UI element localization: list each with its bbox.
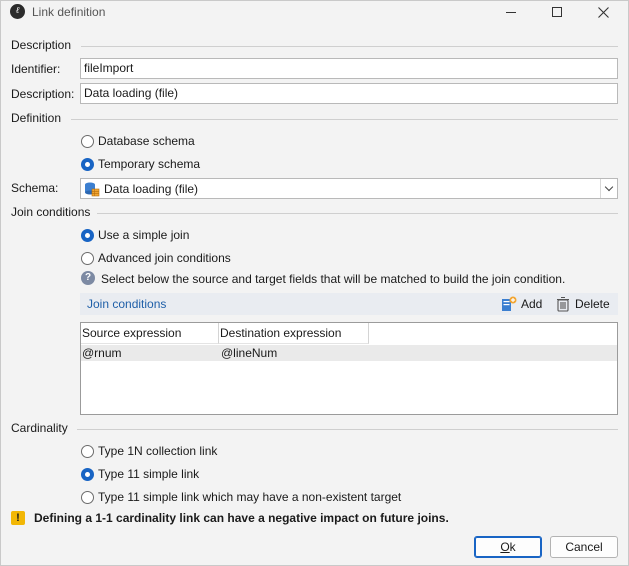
- radio-label: Type 11 simple link which may have a non…: [98, 490, 402, 504]
- help-icon: ?: [81, 271, 95, 285]
- add-icon: [502, 296, 517, 311]
- section-divider: [81, 46, 618, 47]
- radio-label: Type 11 simple link: [98, 467, 200, 481]
- radio-button[interactable]: [81, 467, 94, 481]
- description-input[interactable]: Data loading (file): [80, 83, 618, 104]
- table-cell: @lineNum: [221, 346, 278, 360]
- radio-label: Advanced join conditions: [98, 251, 231, 265]
- radio-temporary-schema[interactable]: Temporary schema: [81, 156, 200, 172]
- close-icon: [597, 6, 609, 18]
- minimize-button[interactable]: [488, 1, 534, 23]
- radio-label: Use a simple join: [98, 228, 190, 242]
- warning-text: Defining a 1-1 cardinality link can have…: [34, 511, 449, 525]
- radio-type-11-nonexistent[interactable]: Type 11 simple link which may have a non…: [81, 489, 401, 505]
- warning-icon: !: [11, 511, 25, 525]
- radio-button[interactable]: [81, 134, 94, 148]
- maximize-icon: [552, 7, 562, 17]
- schema-table-icon: [85, 182, 100, 197]
- ok-mnemonic: O: [500, 540, 510, 554]
- radio-label: Temporary schema: [98, 157, 201, 171]
- schema-select-value: Data loading (file): [104, 182, 199, 196]
- radio-button[interactable]: [81, 251, 94, 265]
- description-label: Description:: [11, 87, 75, 101]
- cancel-button[interactable]: Cancel: [550, 536, 618, 558]
- join-conditions-heading: Join conditions: [11, 205, 91, 219]
- radio-label: Type 1N collection link: [98, 444, 218, 458]
- trash-icon: [557, 296, 569, 312]
- chevron-down-icon: [604, 182, 614, 192]
- delete-label: Delete: [575, 297, 610, 311]
- radio-simple-join[interactable]: Use a simple join: [81, 227, 189, 243]
- ok-label-rest: k: [509, 540, 516, 554]
- radio-advanced-join[interactable]: Advanced join conditions: [81, 250, 231, 266]
- join-conditions-toolbar: Join conditions Add Delete: [80, 293, 618, 315]
- radio-button[interactable]: [81, 228, 94, 242]
- section-divider: [71, 119, 618, 120]
- minimize-icon: [506, 11, 516, 13]
- join-conditions-table[interactable]: Source expression Destination expression…: [80, 322, 618, 415]
- add-button[interactable]: Add: [501, 295, 542, 313]
- schema-select[interactable]: Data loading (file): [80, 178, 618, 199]
- description-heading: Description: [11, 38, 72, 52]
- radio-button[interactable]: [81, 444, 94, 458]
- window-title: Link definition: [32, 5, 106, 19]
- delete-button[interactable]: Delete: [555, 295, 610, 313]
- radio-button[interactable]: [81, 490, 94, 504]
- definition-heading: Definition: [11, 111, 62, 125]
- link-definition-dialog: ℓ Link definition Description Identifier…: [0, 0, 629, 566]
- maximize-button[interactable]: [534, 1, 580, 23]
- radio-type-1n[interactable]: Type 1N collection link: [81, 443, 217, 459]
- add-label: Add: [521, 297, 543, 311]
- table-cell: @rnum: [82, 346, 122, 360]
- radio-button[interactable]: [81, 157, 94, 171]
- help-text: Select below the source and target field…: [101, 272, 566, 286]
- dropdown-button[interactable]: [600, 179, 617, 198]
- section-divider: [97, 213, 618, 214]
- app-logo-icon: ℓ: [10, 4, 25, 19]
- title-bar: ℓ Link definition: [1, 1, 628, 23]
- column-header-source[interactable]: Source expression: [81, 323, 219, 344]
- cardinality-heading: Cardinality: [11, 421, 68, 435]
- identifier-label: Identifier:: [11, 62, 61, 76]
- close-button[interactable]: [580, 1, 626, 23]
- identifier-input[interactable]: fileImport: [80, 58, 618, 79]
- join-conditions-toolbar-title: Join conditions: [87, 297, 167, 311]
- ok-button[interactable]: Ok: [474, 536, 542, 558]
- schema-label: Schema:: [11, 181, 59, 195]
- radio-type-11[interactable]: Type 11 simple link: [81, 466, 199, 482]
- column-header-destination[interactable]: Destination expression: [219, 323, 369, 344]
- table-row[interactable]: @rnum @lineNum: [81, 345, 617, 361]
- section-divider: [77, 429, 618, 430]
- radio-database-schema[interactable]: Database schema: [81, 133, 195, 149]
- radio-label: Database schema: [98, 134, 195, 148]
